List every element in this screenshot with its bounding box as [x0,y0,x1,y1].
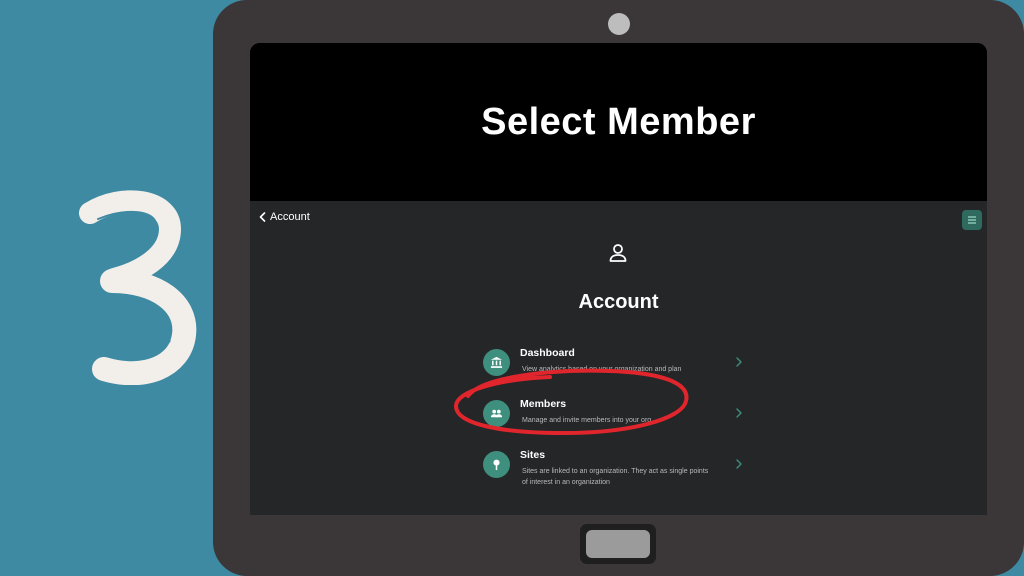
back-label: Account [270,211,310,223]
chevron-right-icon [736,459,742,469]
banner-title: Select Member [481,101,756,143]
home-button[interactable] [580,524,656,564]
bank-icon [483,349,510,376]
back-button[interactable]: Account [259,211,310,223]
user-icon [609,244,627,262]
tablet-screen: Select Member Account Account Dashboard … [250,43,987,515]
menu-item-title: Members [520,398,567,410]
camera [608,13,630,35]
menu-item-title: Dashboard [520,347,575,359]
chevron-right-icon [736,357,742,367]
menu-item-description: Manage and invite members into your org [522,417,652,424]
pin-icon [483,451,510,478]
instruction-banner: Select Member [250,43,987,201]
page-title: Account [578,291,659,313]
chevron-right-icon [736,408,742,418]
menu-item-title: Sites [520,449,546,461]
tablet-frame: Select Member Account Account Dashboard … [213,0,1024,576]
step-number-3 [79,190,197,385]
menu-item-sites[interactable]: Sites Sites are linked to an organizatio… [483,449,753,489]
chevron-left-icon [259,212,266,222]
hamburger-menu-button[interactable] [962,210,982,230]
home-button-face [586,530,650,558]
menu-item-description: View analytics based on your organizatio… [522,366,682,373]
menu-item-dashboard[interactable]: Dashboard View analytics based on your o… [483,347,753,387]
hamburger-icon [968,216,976,224]
account-page: Account Account Dashboard View analytics… [250,201,987,515]
menu-item-description: Sites are linked to an organization. The… [522,468,709,486]
users-icon [483,400,510,427]
menu-item-members[interactable]: Members Manage and invite members into y… [483,398,753,438]
